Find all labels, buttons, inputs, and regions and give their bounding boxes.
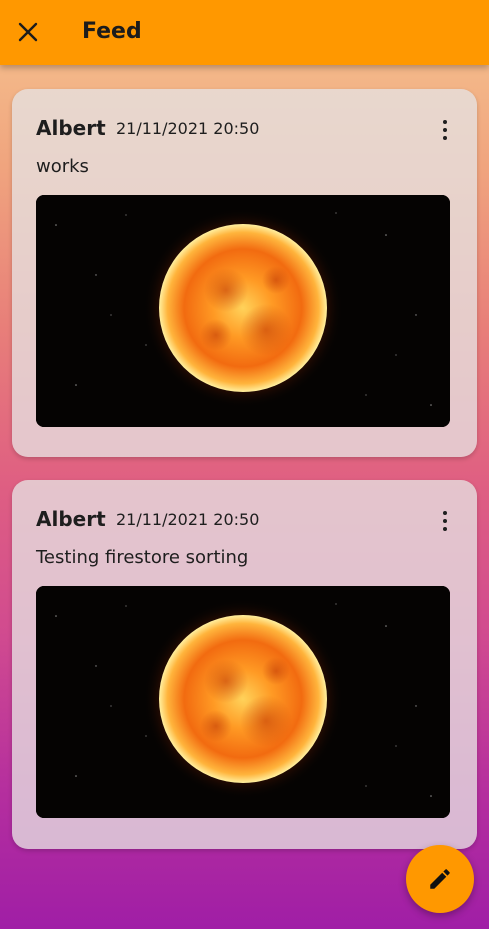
post-text: works — [36, 156, 89, 177]
compose-button[interactable] — [406, 845, 474, 913]
page-title: Feed — [82, 19, 142, 44]
post-text: Testing firestore sorting — [36, 547, 249, 568]
post-card: Albert 21/11/2021 20:50 works — [12, 89, 477, 457]
edit-pencil-icon — [430, 869, 450, 889]
post-date: 21/11/2021 20:50 — [116, 119, 260, 138]
sun-photo — [36, 195, 450, 427]
more-vert-icon[interactable] — [436, 117, 454, 143]
post-date: 21/11/2021 20:50 — [116, 510, 260, 529]
post-author: Albert — [36, 507, 106, 531]
close-icon[interactable] — [14, 18, 42, 46]
post-author: Albert — [36, 116, 106, 140]
more-vert-icon[interactable] — [436, 508, 454, 534]
post-card: Albert 21/11/2021 20:50 Testing firestor… — [12, 480, 477, 849]
app-bar: Feed — [0, 0, 489, 65]
sun-photo — [36, 586, 450, 818]
